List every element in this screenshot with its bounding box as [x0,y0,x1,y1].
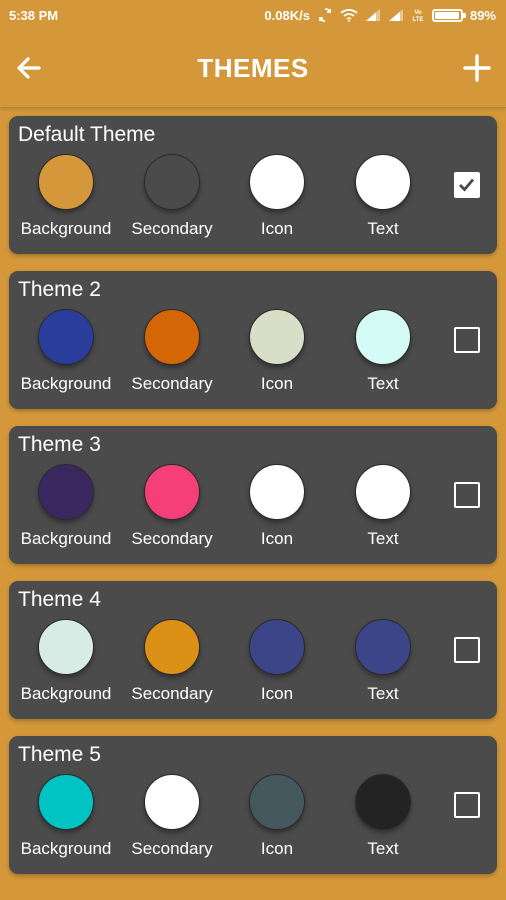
background-swatch[interactable] [38,464,94,520]
icon-label: Icon [260,839,294,858]
plus-icon[interactable] [463,54,491,82]
theme-name: Theme 5 [18,743,101,766]
app-bar: THEMES [0,30,506,108]
text-label: Text [367,374,399,393]
svg-text:LTE: LTE [413,17,424,22]
status-indicators: 0.08K/s Vo LTE 89% [264,7,496,23]
background-color-picker: Background [11,464,121,549]
icon-swatch[interactable] [249,619,305,675]
wifi-icon [340,8,358,22]
theme-card[interactable]: Theme 3 Background Secondary Icon Text [9,426,497,564]
check-icon [459,178,475,192]
text-color-picker: Text [328,309,438,394]
secondary-swatch[interactable] [144,619,200,675]
icon-swatch[interactable] [249,154,305,210]
page-title: THEMES [197,53,309,83]
secondary-label: Secondary [131,219,213,238]
text-swatch[interactable] [355,154,411,210]
theme-name: Theme 3 [18,433,101,456]
background-label: Background [20,374,112,393]
secondary-color-picker: Secondary [117,309,227,394]
text-swatch[interactable] [355,774,411,830]
theme-card[interactable]: Theme 2 Background Secondary Icon Text [9,271,497,409]
theme-select-checkbox[interactable] [454,327,480,353]
icon-swatch[interactable] [249,309,305,365]
background-label: Background [20,839,112,858]
theme-card[interactable]: Default Theme Background Secondary Icon … [9,116,497,254]
icon-color-picker: Icon [222,154,332,239]
theme-select-checkbox[interactable] [454,637,480,663]
volte-icon: Vo LTE [411,8,425,22]
net-speed: 0.08K/s [264,7,310,23]
theme-card[interactable]: Theme 4 Background Secondary Icon Text [9,581,497,719]
secondary-color-picker: Secondary [117,464,227,549]
theme-select-checkbox[interactable] [454,482,480,508]
background-swatch[interactable] [38,154,94,210]
text-color-picker: Text [328,619,438,704]
secondary-swatch[interactable] [144,774,200,830]
text-label: Text [367,839,399,858]
themes-list: Default Theme Background Secondary Icon … [9,116,497,891]
text-swatch[interactable] [355,309,411,365]
secondary-label: Secondary [131,839,213,858]
background-color-picker: Background [11,619,121,704]
battery-percent: 89% [469,7,496,23]
background-label: Background [20,684,112,703]
status-time: 5:38 PM [9,7,59,23]
background-swatch[interactable] [38,309,94,365]
secondary-color-picker: Secondary [117,154,227,239]
text-swatch[interactable] [355,619,411,675]
secondary-color-picker: Secondary [117,774,227,859]
text-color-picker: Text [328,774,438,859]
secondary-label: Secondary [131,529,213,548]
arrow-left-icon[interactable] [15,54,43,82]
theme-select-checkbox-checked[interactable] [454,172,480,198]
battery-icon [431,8,466,22]
icon-label: Icon [260,684,294,703]
theme-name: Theme 2 [18,278,101,301]
secondary-color-picker: Secondary [117,619,227,704]
text-swatch[interactable] [355,464,411,520]
secondary-swatch[interactable] [144,154,200,210]
secondary-swatch[interactable] [144,464,200,520]
text-color-picker: Text [328,154,438,239]
icon-color-picker: Icon [222,774,332,859]
background-color-picker: Background [11,154,121,239]
icon-color-picker: Icon [222,619,332,704]
text-label: Text [367,219,399,238]
text-color-picker: Text [328,464,438,549]
background-color-picker: Background [11,309,121,394]
signal-2-icon [388,9,404,21]
icon-swatch[interactable] [249,464,305,520]
icon-label: Icon [260,374,294,393]
signal-1-icon [365,9,381,21]
secondary-swatch[interactable] [144,309,200,365]
icon-color-picker: Icon [222,309,332,394]
theme-name: Theme 4 [18,588,101,611]
theme-card[interactable]: Theme 5 Background Secondary Icon Text [9,736,497,874]
svg-text:Vo: Vo [414,10,422,16]
text-label: Text [367,529,399,548]
status-bar: 5:38 PM 0.08K/s Vo LTE 89% [0,0,506,30]
background-label: Background [20,219,112,238]
theme-select-checkbox[interactable] [454,792,480,818]
background-swatch[interactable] [38,774,94,830]
icon-label: Icon [260,219,294,238]
secondary-label: Secondary [131,684,213,703]
background-color-picker: Background [11,774,121,859]
text-label: Text [367,684,399,703]
icon-swatch[interactable] [249,774,305,830]
background-label: Background [20,529,112,548]
icon-label: Icon [260,529,294,548]
sync-icon [317,7,333,23]
background-swatch[interactable] [38,619,94,675]
secondary-label: Secondary [131,374,213,393]
theme-name: Default Theme [18,123,156,146]
icon-color-picker: Icon [222,464,332,549]
